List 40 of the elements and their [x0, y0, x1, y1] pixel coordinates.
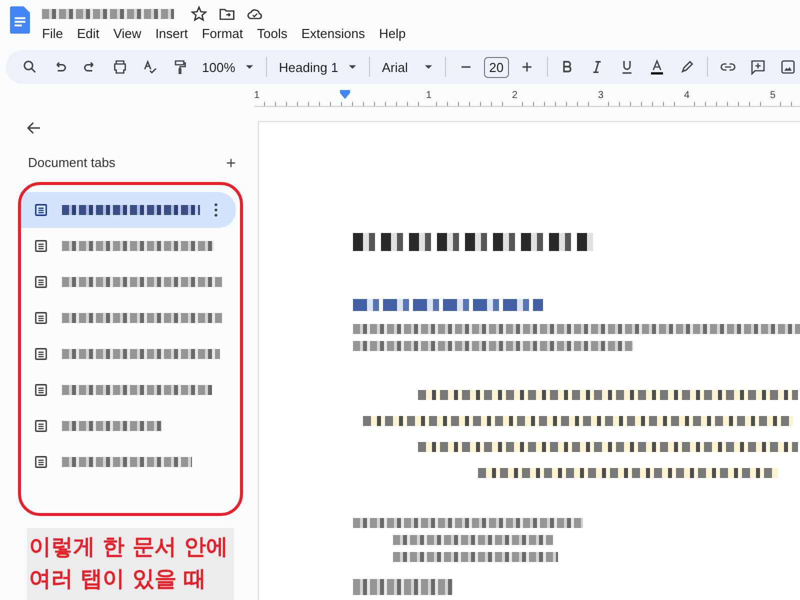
image-icon[interactable] [778, 58, 797, 76]
menu-item[interactable]: Tools [257, 26, 296, 41]
caret-icon [348, 64, 358, 70]
menu-item[interactable]: File [42, 26, 71, 41]
document-icon [34, 419, 48, 433]
indent-marker-icon[interactable] [340, 90, 350, 99]
document-icon [34, 455, 48, 469]
menu-item[interactable]: Extensions [301, 26, 373, 41]
print-icon[interactable] [111, 58, 129, 76]
font-size-field[interactable]: 20 [484, 56, 509, 78]
ruler-number: 3 [598, 89, 604, 101]
zoom-dropdown[interactable]: 100% [198, 60, 258, 74]
document-icon [34, 275, 48, 289]
menu-item[interactable]: View [113, 26, 150, 41]
document-icon [34, 311, 48, 325]
caret-icon [245, 64, 254, 70]
font-dropdown[interactable]: Arial [378, 60, 438, 74]
menu-item[interactable]: Help [378, 26, 414, 41]
document-icon [34, 347, 48, 361]
ruler-number: 5 [770, 89, 776, 101]
menu-item[interactable]: Edit [76, 26, 108, 41]
docs-logo-icon[interactable] [10, 6, 30, 34]
ruler-number: 4 [684, 89, 690, 101]
menu-item[interactable]: Format [202, 26, 251, 41]
document-icon [34, 239, 48, 253]
document-icon [34, 383, 48, 397]
menu-item[interactable]: Insert [155, 26, 196, 41]
caret-icon [424, 64, 434, 70]
document-icon [34, 203, 48, 217]
style-dropdown[interactable]: Heading 1 [274, 60, 362, 74]
add-comment-icon[interactable] [748, 58, 767, 76]
ruler-number: 1 [426, 89, 432, 101]
document-tab[interactable] [20, 192, 236, 228]
sidebar-title: Document tabs [28, 155, 116, 170]
annotation-note: 이렇게 한 문서 안에 여러 탭이 있을 때 [27, 528, 234, 600]
more-options-icon[interactable] [214, 203, 218, 217]
star-icon[interactable] [190, 5, 208, 23]
ruler-number: 2 [512, 89, 518, 101]
spellcheck-icon[interactable] [141, 58, 159, 76]
ruler-number: 1 [254, 89, 260, 101]
